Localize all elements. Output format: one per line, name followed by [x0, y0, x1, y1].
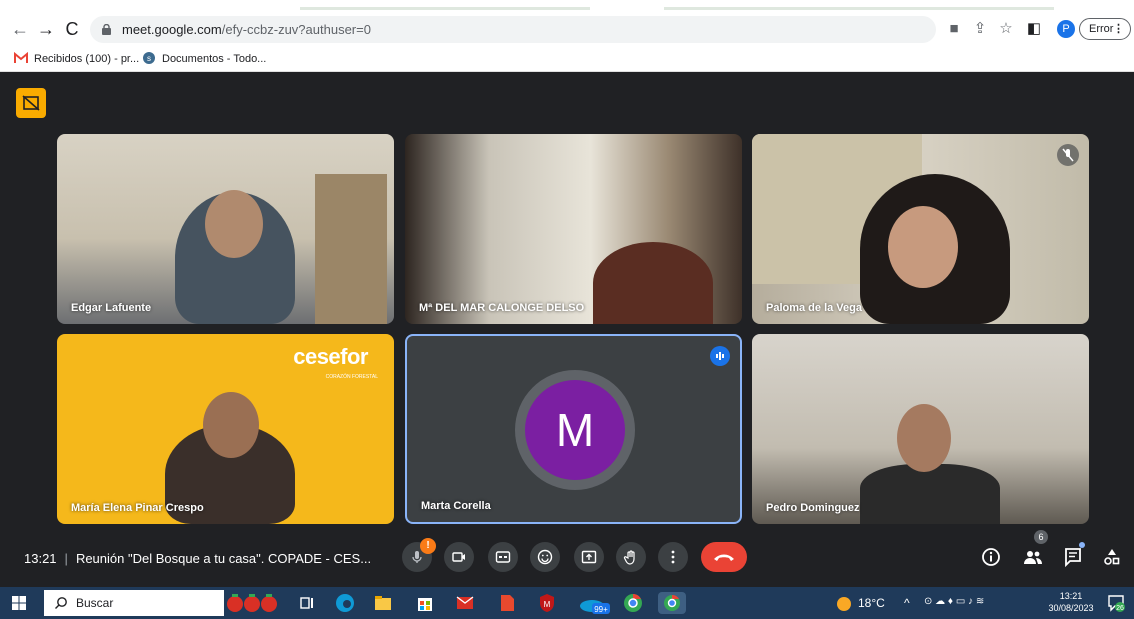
participant-tile[interactable]: Edgar Lafuente — [57, 134, 394, 324]
participant-tile[interactable]: cesefor CORAZÓN FORESTAL María Elena Pin… — [57, 334, 394, 524]
share-icon[interactable]: ⇪ — [970, 19, 990, 39]
activities-icon[interactable] — [1101, 546, 1123, 568]
profile-avatar[interactable]: P — [1057, 20, 1075, 38]
chrome-active-icon[interactable] — [658, 592, 686, 614]
taskbar: Buscar M 99+ 18°C ^ ⊙ ☁ ♦ ▭ ♪ ≋ 13:21 30… — [0, 587, 1134, 619]
notifications-button[interactable]: 26 — [1106, 593, 1126, 613]
presentation-off-icon — [22, 95, 40, 111]
forward-icon[interactable]: → — [34, 17, 58, 41]
svg-text:M: M — [544, 600, 551, 609]
participant-name: María Elena Pinar Crespo — [71, 502, 204, 514]
meet-stage: Edgar Lafuente Mª DEL MAR CALONGE DELSO … — [0, 72, 1134, 587]
notification-icon: 26 — [1108, 595, 1125, 612]
participant-video — [593, 242, 713, 324]
participant-tile[interactable]: M Marta Corella — [405, 334, 742, 524]
emoji-icon — [537, 549, 553, 565]
url-input[interactable]: meet.google.com/efy-ccbz-zuv?authuser=0 — [90, 16, 936, 43]
participant-tile[interactable]: Paloma de la Vega — [752, 134, 1089, 324]
camera-icon[interactable]: ■ — [944, 19, 964, 39]
side-panel-icon[interactable]: ◧ — [1024, 19, 1044, 39]
address-bar: ← → C meet.google.com/efy-ccbz-zuv?authu… — [0, 10, 1134, 48]
more-options-button[interactable] — [658, 542, 688, 572]
bookmark-docs[interactable]: s Documentos - Todo... — [142, 52, 266, 65]
participant-face — [897, 404, 951, 472]
participant-face — [203, 392, 259, 458]
star-icon[interactable]: ☆ — [996, 19, 1016, 39]
back-icon[interactable]: ← — [8, 17, 32, 41]
acrobat-icon[interactable] — [496, 592, 518, 614]
tray-icons[interactable]: ⊙ ☁ ♦ ▭ ♪ ≋ — [924, 596, 984, 607]
app-badge: 99+ — [594, 605, 608, 614]
gmail-icon — [14, 52, 28, 63]
camera-button[interactable] — [444, 542, 474, 572]
weather-sun-icon — [837, 597, 851, 611]
cesefor-logo: cesefor — [293, 344, 368, 369]
people-icon[interactable] — [1022, 546, 1044, 568]
svg-text:s: s — [147, 54, 151, 63]
participant-name: Mª DEL MAR CALONGE DELSO — [419, 302, 585, 314]
participant-name: Pedro Dominguez — [766, 502, 860, 514]
hangup-icon — [714, 554, 734, 561]
participant-name: Edgar Lafuente — [71, 302, 152, 314]
temperature[interactable]: 18°C — [858, 596, 885, 610]
notification-count: 26 — [1116, 605, 1124, 612]
windows-start-icon[interactable] — [12, 596, 26, 610]
meeting-time: 13:21 — [24, 551, 57, 566]
reload-icon[interactable]: C — [60, 17, 84, 41]
task-view-icon[interactable] — [296, 592, 318, 614]
chat-icon[interactable] — [1062, 546, 1084, 568]
leave-call-button[interactable] — [701, 542, 747, 572]
search-icon — [55, 597, 67, 609]
lock-icon — [102, 24, 111, 35]
error-button[interactable]: Error ⋮ — [1079, 18, 1131, 40]
docs-icon: s — [143, 52, 155, 64]
bookshelf — [315, 174, 387, 324]
people-count-badge: 6 — [1034, 530, 1048, 544]
participant-video — [860, 464, 1000, 524]
present-button[interactable] — [574, 542, 604, 572]
mail-icon[interactable] — [454, 592, 476, 614]
participant-face — [888, 206, 958, 288]
meeting-title: Reunión "Del Bosque a tu casa". COPADE -… — [75, 551, 372, 566]
hand-icon — [623, 550, 635, 565]
tab-strip — [0, 0, 1134, 10]
tray-chevron-icon[interactable]: ^ — [904, 596, 910, 610]
participant-tile[interactable]: Mª DEL MAR CALONGE DELSO — [405, 134, 742, 324]
bookmark-gmail[interactable]: Recibidos (100) - pr... — [14, 52, 139, 65]
raise-hand-button[interactable] — [616, 542, 646, 572]
file-explorer-icon[interactable] — [372, 592, 394, 614]
taskbar-clock[interactable]: 13:21 30/08/2023 — [1048, 590, 1094, 614]
more-vert-icon — [671, 550, 675, 564]
meeting-info: 13:21 | Reunión "Del Bosque a tu casa". CO… — [24, 551, 372, 566]
reactions-button[interactable] — [530, 542, 560, 572]
muted-icon — [1057, 144, 1079, 166]
no-recording-badge[interactable] — [16, 88, 46, 118]
video-camera-icon — [452, 552, 465, 562]
present-screen-icon — [581, 550, 597, 564]
participant-name: Marta Corella — [421, 500, 491, 512]
weather-app-icon[interactable]: 99+ — [578, 592, 610, 614]
taskbar-search[interactable]: Buscar — [44, 590, 224, 616]
captions-icon — [495, 551, 511, 563]
participant-name: Paloma de la Vega — [766, 302, 862, 314]
mcafee-icon[interactable]: M — [536, 592, 558, 614]
url-text: meet.google.com/efy-ccbz-zuv?authuser=0 — [122, 22, 371, 37]
edge-icon[interactable] — [334, 592, 356, 614]
speaking-icon — [710, 346, 730, 366]
tomato-widget-icon[interactable] — [226, 592, 278, 614]
avatar-ring: M — [515, 370, 635, 490]
mic-warning-badge[interactable]: ! — [420, 538, 436, 554]
menu-icon[interactable]: ⋮ — [1113, 19, 1124, 39]
info-icon[interactable] — [980, 546, 1002, 568]
participant-face — [205, 190, 263, 258]
participant-tile[interactable]: Pedro Dominguez — [752, 334, 1089, 524]
chrome-icon[interactable] — [622, 592, 644, 614]
avatar: M — [525, 380, 625, 480]
chat-unread-dot — [1079, 542, 1085, 548]
bookmarks-bar: Recibidos (100) - pr... s Documentos - To… — [0, 48, 1134, 72]
captions-button[interactable] — [488, 542, 518, 572]
store-icon[interactable] — [414, 592, 436, 614]
logo-tagline: CORAZÓN FORESTAL — [325, 374, 378, 380]
